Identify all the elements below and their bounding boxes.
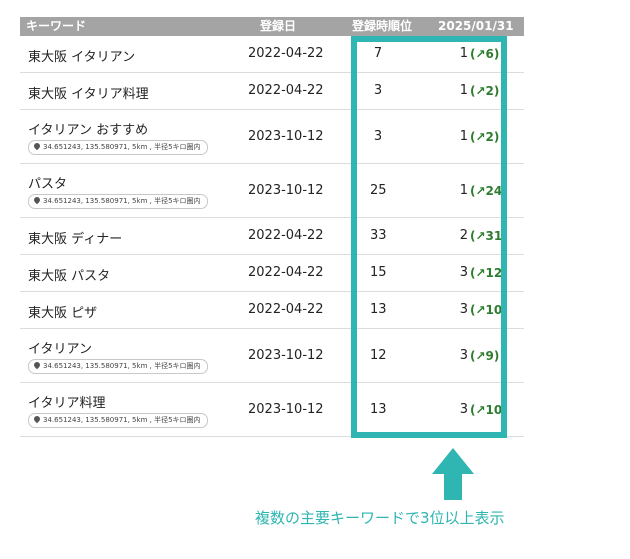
registered-date: 2023-10-12	[248, 183, 324, 198]
location-tag: 34.651243, 135.580971, 5km , 半径5キロ圏内	[28, 194, 208, 209]
rank-change-badge: (↗24)	[470, 184, 508, 198]
rank-change-badge: (↗2)	[470, 84, 500, 98]
keyword-text: イタリアン	[28, 342, 92, 357]
keyword-text: 東大阪 パスタ	[28, 269, 111, 284]
map-pin-icon	[32, 195, 42, 205]
initial-rank: 13	[370, 302, 387, 317]
keyword-table: 東大阪 イタリアン 2022-04-22 7 1 (↗6) 東大阪 イタリア料理 2022-…	[20, 36, 524, 437]
table-row: 東大阪 パスタ 2022-04-22 15 3 (↗12)	[20, 255, 524, 292]
rank-change-badge: (↗12)	[470, 266, 508, 280]
rank-change-badge: (↗10)	[470, 303, 508, 317]
initial-rank: 3	[373, 129, 383, 144]
location-tag: 34.651243, 135.580971, 5km , 半径5キロ圏内	[28, 413, 208, 428]
table-header: キーワード 登録日 登録時順位 2025/01/31	[20, 17, 524, 36]
current-rank: 1	[459, 46, 468, 61]
current-rank: 1	[459, 183, 468, 198]
initial-rank: 25	[370, 183, 387, 198]
registered-date: 2023-10-12	[248, 402, 324, 417]
initial-rank: 7	[373, 46, 383, 61]
registered-date: 2022-04-22	[248, 83, 324, 98]
registered-date: 2023-10-12	[248, 129, 324, 144]
current-rank: 3	[459, 265, 468, 280]
location-tag: 34.651243, 135.580971, 5km , 半径5キロ圏内	[28, 359, 208, 374]
registered-date: 2022-04-22	[248, 302, 324, 317]
current-rank: 3	[459, 402, 468, 417]
keyword-text: イタリアン おすすめ	[28, 123, 149, 138]
current-rank: 3	[459, 302, 468, 317]
initial-rank: 33	[370, 228, 387, 243]
callout-caption: 複数の主要キーワードで3位以上表示	[255, 509, 505, 527]
initial-rank: 12	[370, 348, 387, 363]
current-rank: 1	[459, 129, 468, 144]
keyword-text: 東大阪 イタリアン	[28, 50, 136, 65]
registered-date: 2022-04-22	[248, 46, 324, 61]
table-row: 東大阪 イタリアン 2022-04-22 7 1 (↗6)	[20, 36, 524, 73]
rank-change-badge: (↗9)	[470, 349, 500, 363]
header-keyword: キーワード	[26, 19, 87, 33]
keyword-text: 東大阪 イタリア料理	[28, 87, 149, 102]
header-registered-date: 登録日	[260, 19, 297, 33]
table-row: 東大阪 ディナー 2022-04-22 33 2 (↗31)	[20, 218, 524, 255]
up-arrow-icon	[432, 448, 474, 500]
initial-rank: 13	[370, 402, 387, 417]
registered-date: 2022-04-22	[248, 265, 324, 280]
current-rank: 1	[459, 83, 468, 98]
keyword-text: パスタ	[28, 177, 68, 192]
rank-change-badge: (↗2)	[470, 130, 500, 144]
keyword-text: 東大阪 ピザ	[28, 306, 98, 321]
map-pin-icon	[32, 141, 42, 151]
location-text: 34.651243, 135.580971, 5km , 半径5キロ圏内	[43, 143, 201, 151]
rank-change-badge: (↗6)	[470, 47, 500, 61]
location-text: 34.651243, 135.580971, 5km , 半径5キロ圏内	[43, 416, 201, 424]
location-text: 34.651243, 135.580971, 5km , 半径5キロ圏内	[43, 197, 201, 205]
map-pin-icon	[32, 414, 42, 424]
map-pin-icon	[32, 360, 42, 370]
registered-date: 2023-10-12	[248, 348, 324, 363]
table-row: イタリアン おすすめ 34.651243, 135.580971, 5km , 半…	[20, 110, 524, 164]
table-row: 東大阪 ピザ 2022-04-22 13 3 (↗10)	[20, 292, 524, 329]
current-rank: 2	[459, 228, 468, 243]
rank-change-badge: (↗10)	[470, 403, 508, 417]
table-row: パスタ 34.651243, 135.580971, 5km , 半径5キロ圏内 2…	[20, 164, 524, 218]
table-row: イタリアン 34.651243, 135.580971, 5km , 半径5キロ圏…	[20, 329, 524, 383]
keyword-text: イタリア料理	[28, 396, 106, 411]
keyword-text: 東大阪 ディナー	[28, 232, 123, 247]
header-current-date: 2025/01/31	[438, 19, 514, 33]
header-initial-rank: 登録時順位	[352, 19, 413, 33]
location-tag: 34.651243, 135.580971, 5km , 半径5キロ圏内	[28, 140, 208, 155]
table-row: 東大阪 イタリア料理 2022-04-22 3 1 (↗2)	[20, 73, 524, 110]
registered-date: 2022-04-22	[248, 228, 324, 243]
initial-rank: 3	[373, 83, 383, 98]
table-row: イタリア料理 34.651243, 135.580971, 5km , 半径5キロ…	[20, 383, 524, 437]
initial-rank: 15	[370, 265, 387, 280]
rank-change-badge: (↗31)	[470, 229, 508, 243]
current-rank: 3	[459, 348, 468, 363]
location-text: 34.651243, 135.580971, 5km , 半径5キロ圏内	[43, 362, 201, 370]
